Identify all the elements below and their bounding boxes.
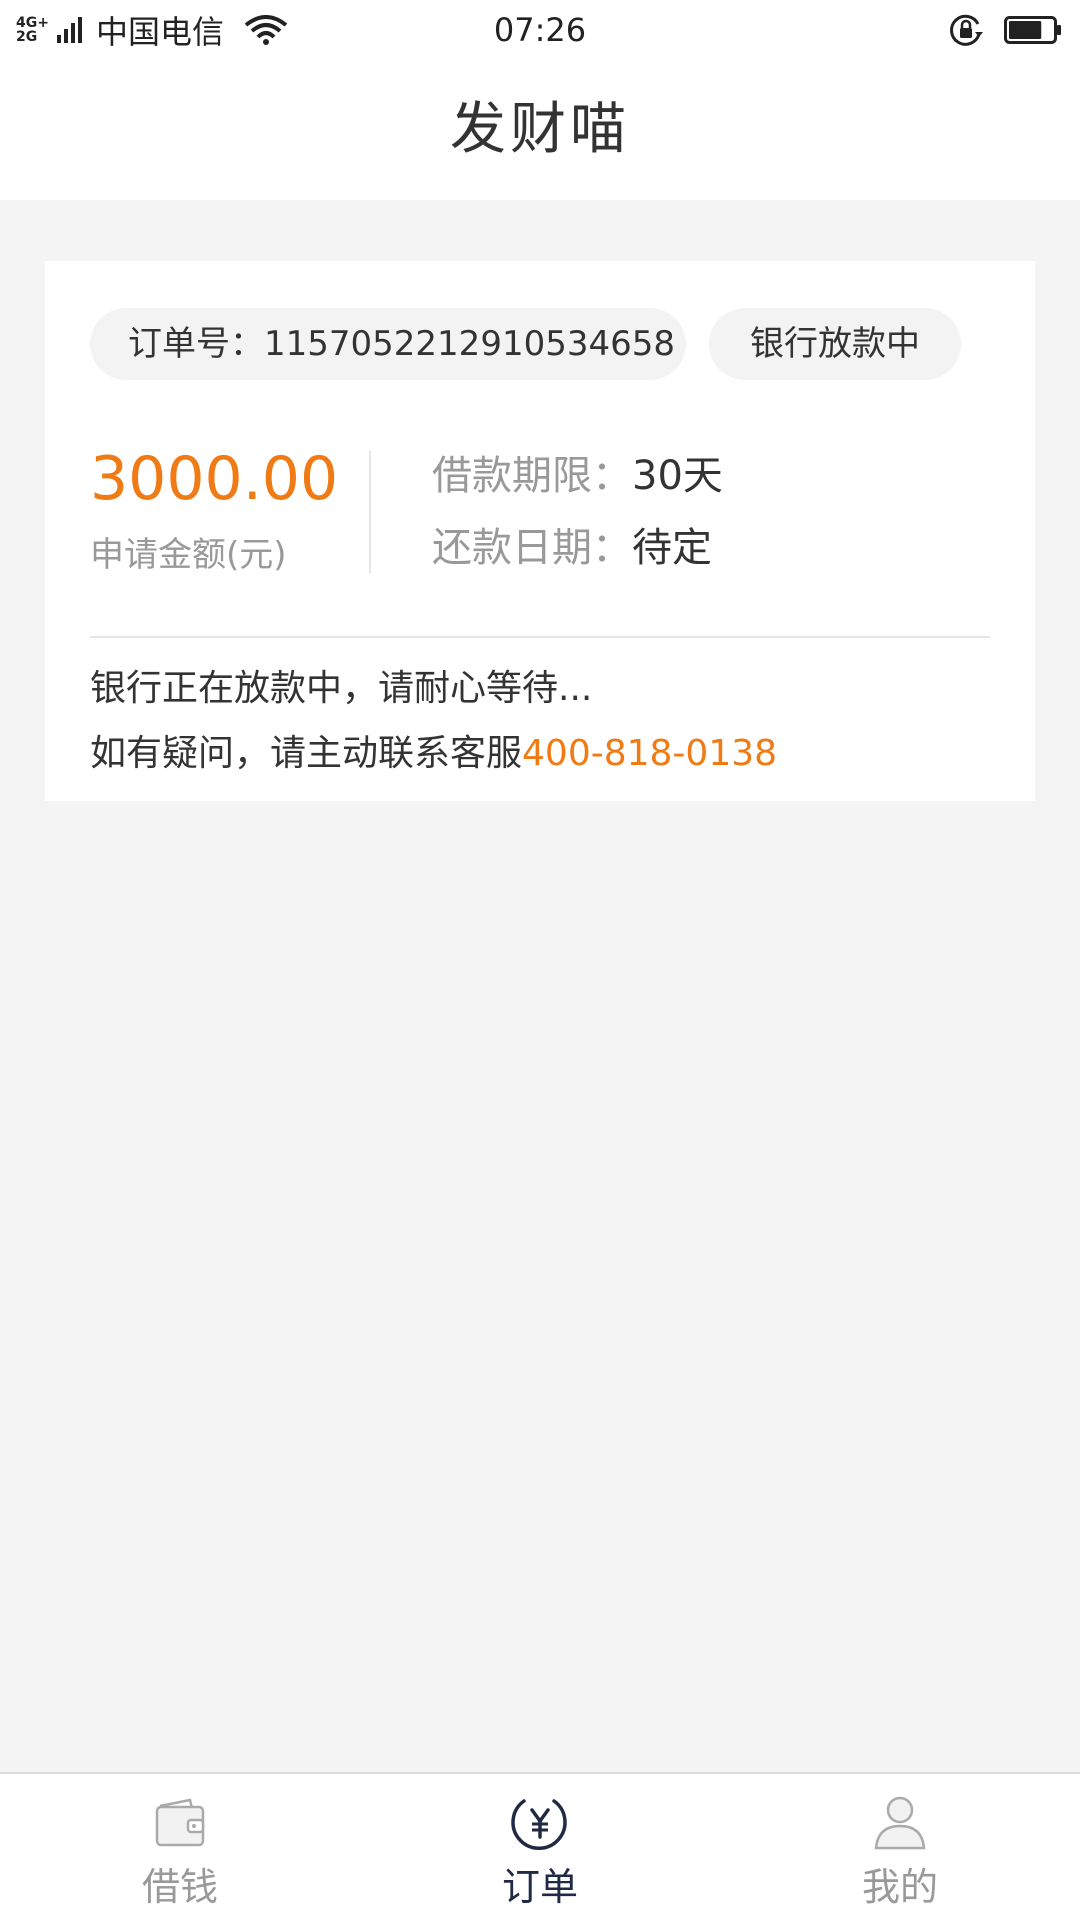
yen-order-icon <box>511 1799 567 1850</box>
service-phone-link[interactable]: 400-818-0138 <box>522 733 777 774</box>
user-icon <box>874 1796 926 1850</box>
loan-term-row: 借款期限：30天 <box>432 451 723 501</box>
status-time: 07:26 <box>493 11 587 49</box>
repay-date-row: 还款日期：待定 <box>432 523 712 573</box>
amount-value: 3000.00 <box>90 444 339 514</box>
wallet-icon <box>155 1798 205 1847</box>
app-header: 发财喵 <box>0 60 1080 200</box>
status-right <box>948 10 1062 50</box>
nav-item-orders[interactable]: 订单 <box>440 1774 640 1920</box>
repay-date-value: 待定 <box>632 525 712 571</box>
nav-label-borrow: 借钱 <box>141 1865 218 1909</box>
bottom-nav: 借钱 订单 我的 <box>0 1772 1080 1920</box>
vertical-divider <box>369 451 371 573</box>
amount-label: 申请金额(元) <box>90 535 287 575</box>
nav-label-mine: 我的 <box>861 1865 938 1909</box>
order-card[interactable]: 订单号：1157052212910534658 银行放款中 3000.00 申请… <box>45 261 1035 801</box>
status-badge: 银行放款中 <box>709 308 961 380</box>
loan-term-label: 借款期限： <box>432 453 632 499</box>
page-title: 发财喵 <box>450 97 630 162</box>
horizontal-divider <box>90 636 990 638</box>
nav-item-mine[interactable]: 我的 <box>800 1774 1000 1920</box>
nav-item-borrow[interactable]: 借钱 <box>80 1774 280 1920</box>
contact-note: 如有疑问，请主动联系客服400-818-0138 <box>90 731 777 777</box>
order-number-pill: 订单号：1157052212910534658 <box>90 308 686 380</box>
contact-note-text: 如有疑问，请主动联系客服 <box>90 733 523 774</box>
rotate-lock-icon <box>950 14 983 46</box>
repay-date-label: 还款日期： <box>432 525 632 571</box>
status-bar: 4G+ 2G 中国电信 07:26 <box>0 0 1080 60</box>
nav-label-orders: 订单 <box>501 1865 578 1909</box>
order-number-value: 1157052212910534658 <box>264 324 676 364</box>
battery-icon <box>1004 16 1061 44</box>
order-number-label: 订单号： <box>128 324 264 364</box>
status-note: 银行正在放款中，请耐心等待... <box>90 668 593 709</box>
loan-term-value: 30天 <box>632 453 723 499</box>
